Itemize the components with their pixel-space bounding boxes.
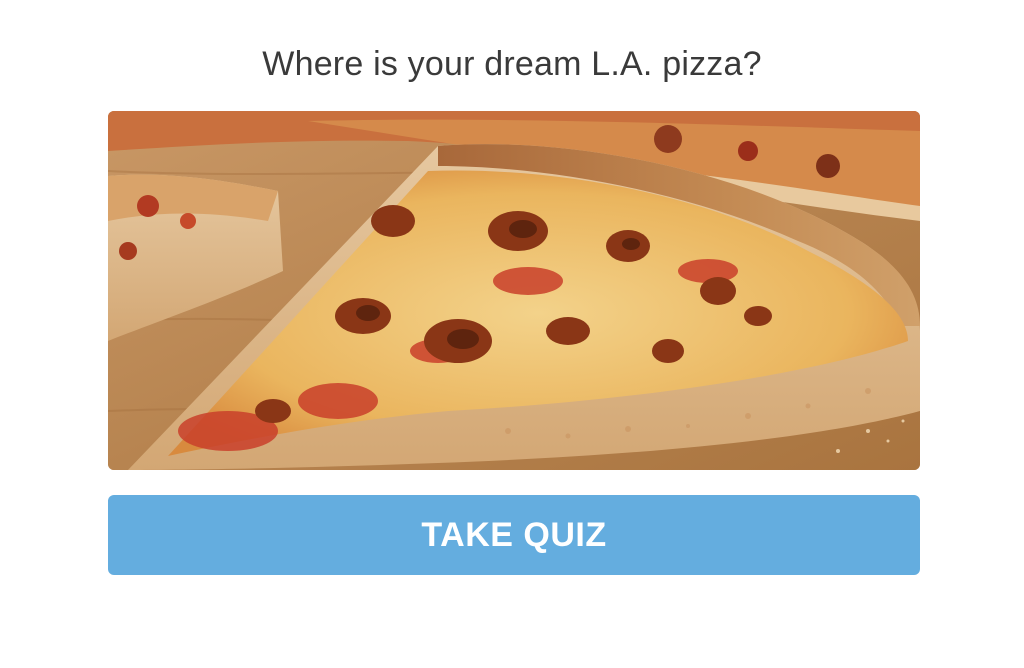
quiz-question-title: Where is your dream L.A. pizza?	[262, 45, 762, 83]
quiz-card: Where is your dream L.A. pizza? TAKE QUI…	[0, 0, 1024, 668]
pizza-photo[interactable]	[108, 111, 920, 470]
take-quiz-button[interactable]: TAKE QUIZ	[108, 495, 920, 575]
pizza-illustration	[108, 111, 920, 470]
